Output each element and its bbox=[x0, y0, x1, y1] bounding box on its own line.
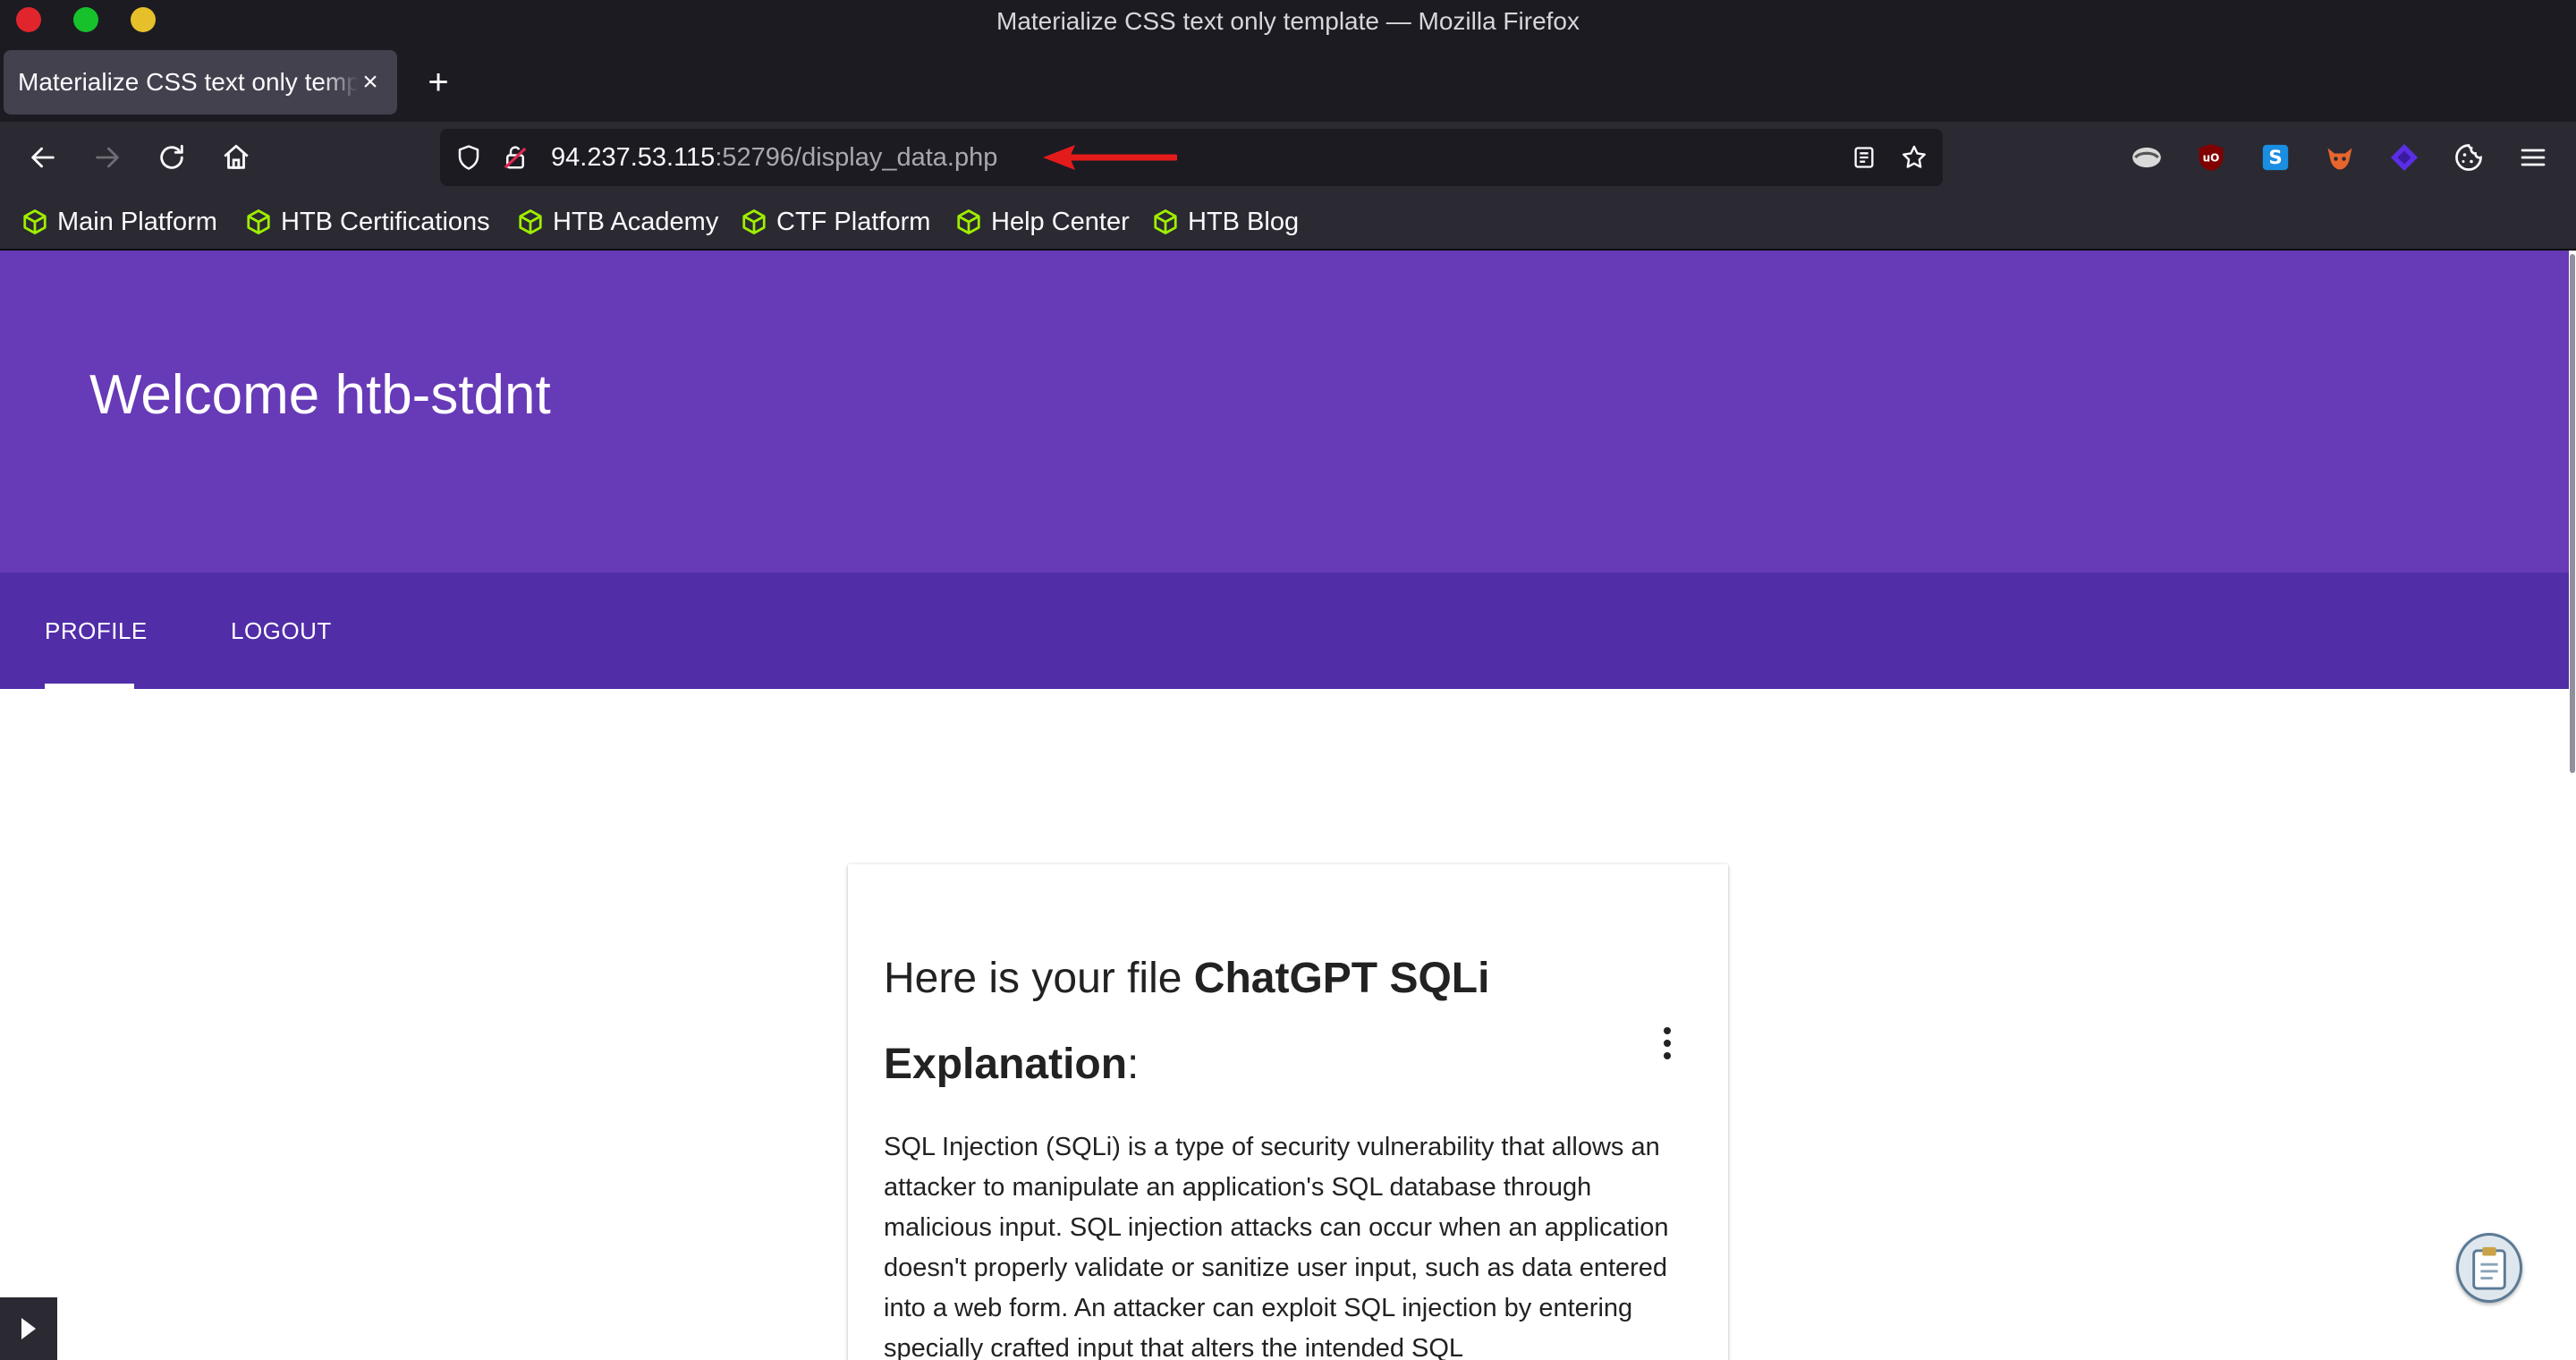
web-page: Welcome htb-stdnt PROFILE LOGOUT Here is… bbox=[0, 251, 2569, 1360]
scrollbar-thumb[interactable] bbox=[2570, 254, 2575, 773]
more-vert-icon[interactable] bbox=[1653, 1024, 1682, 1063]
forward-button[interactable] bbox=[86, 136, 129, 179]
active-tab-indicator bbox=[45, 684, 134, 689]
home-icon bbox=[224, 144, 249, 169]
bookmark-label: CTF Platform bbox=[776, 207, 931, 236]
tab-close-icon[interactable]: × bbox=[354, 66, 386, 98]
card-title-prefix: Here is your file bbox=[884, 955, 1194, 1002]
ublock-origin-icon[interactable]: uO bbox=[2193, 140, 2229, 175]
url-path: :52796/display_data.php bbox=[715, 143, 998, 172]
shield-icon[interactable] bbox=[453, 141, 485, 174]
svg-text:S: S bbox=[2268, 147, 2282, 169]
htb-cube-icon bbox=[957, 209, 980, 234]
card-body-text: SQL Injection (SQLi) is a type of securi… bbox=[884, 1133, 1669, 1360]
extension-s-icon[interactable]: S bbox=[2258, 140, 2293, 175]
back-arrow-icon bbox=[31, 147, 55, 168]
file-card: Here is your file ChatGPT SQLi Explanati… bbox=[848, 864, 1728, 1360]
page-tabs-bar: PROFILE LOGOUT bbox=[0, 573, 2569, 689]
card-title-suffix: : bbox=[1127, 1041, 1140, 1088]
tab-logout[interactable]: LOGOUT bbox=[231, 573, 332, 689]
bookmark-label: HTB Blog bbox=[1188, 207, 1300, 236]
url-host: 94.237.53.115 bbox=[551, 143, 716, 172]
bookmark-htb-academy[interactable]: HTB Academy bbox=[517, 193, 718, 251]
bookmark-label: Help Center bbox=[991, 207, 1130, 236]
browser-tab-title: Materialize CSS text only template bbox=[18, 50, 358, 115]
bookmark-label: Main Platform bbox=[57, 207, 217, 236]
navigation-toolbar: 94.237.53.115:52796/display_data.php uO … bbox=[0, 122, 2576, 193]
reload-button[interactable] bbox=[150, 136, 193, 179]
svg-text:uO: uO bbox=[2203, 152, 2220, 165]
sidebar-toggle-button[interactable] bbox=[0, 1297, 57, 1360]
window-titlebar: Materialize CSS text only template — Moz… bbox=[0, 0, 2576, 43]
bookmark-htb-certifications[interactable]: HTB Certifications bbox=[245, 193, 490, 251]
page-scrollbar[interactable] bbox=[2569, 251, 2576, 1360]
url-text[interactable]: 94.237.53.115:52796/display_data.php bbox=[551, 129, 997, 186]
bookmark-star-icon[interactable] bbox=[1898, 141, 1930, 174]
clipboard-button[interactable] bbox=[2456, 1233, 2522, 1303]
new-tab-button[interactable]: + bbox=[419, 59, 458, 106]
wappalyzer-icon[interactable] bbox=[2386, 140, 2422, 175]
extension-kali-icon[interactable] bbox=[2129, 140, 2165, 175]
htb-cube-icon bbox=[247, 209, 270, 234]
reload-icon bbox=[160, 144, 183, 169]
bookmarks-toolbar: Main Platform HTB Certifications HTB Aca… bbox=[0, 193, 2576, 251]
welcome-heading: Welcome htb-stdnt bbox=[89, 364, 551, 426]
home-button[interactable] bbox=[215, 136, 258, 179]
reader-view-icon[interactable] bbox=[1848, 141, 1880, 174]
bookmark-help-center[interactable]: Help Center bbox=[955, 193, 1130, 251]
bookmark-main-platform[interactable]: Main Platform bbox=[21, 193, 217, 251]
play-triangle-icon bbox=[21, 1318, 36, 1339]
forward-arrow-icon bbox=[96, 147, 119, 168]
bookmark-htb-blog[interactable]: HTB Blog bbox=[1152, 193, 1299, 251]
tab-profile[interactable]: PROFILE bbox=[45, 573, 148, 689]
browser-tab[interactable]: Materialize CSS text only template × bbox=[4, 50, 397, 115]
back-button[interactable] bbox=[21, 136, 64, 179]
htb-cube-icon bbox=[742, 209, 766, 234]
foxyproxy-icon[interactable] bbox=[2322, 140, 2358, 175]
window-title: Materialize CSS text only template — Moz… bbox=[996, 7, 1580, 35]
bookmark-label: HTB Certifications bbox=[281, 207, 490, 236]
app-menu-icon[interactable] bbox=[2515, 140, 2551, 175]
tab-strip: Materialize CSS text only template × + bbox=[0, 43, 2576, 122]
bookmark-ctf-platform[interactable]: CTF Platform bbox=[741, 193, 930, 251]
address-bar[interactable]: 94.237.53.115:52796/display_data.php bbox=[440, 129, 1943, 186]
page-header: Welcome htb-stdnt bbox=[0, 251, 2569, 573]
cookie-icon[interactable] bbox=[2451, 140, 2487, 175]
htb-cube-icon bbox=[1154, 209, 1177, 234]
card-title: Here is your file ChatGPT SQLi Explanati… bbox=[884, 936, 1617, 1108]
htb-cube-icon bbox=[23, 209, 47, 234]
red-arrow-annotation-icon bbox=[1043, 145, 1177, 170]
htb-cube-icon bbox=[519, 209, 542, 234]
bookmark-label: HTB Academy bbox=[553, 207, 719, 236]
clipboard-icon bbox=[2472, 1246, 2506, 1290]
insecure-lock-icon[interactable] bbox=[499, 141, 531, 174]
